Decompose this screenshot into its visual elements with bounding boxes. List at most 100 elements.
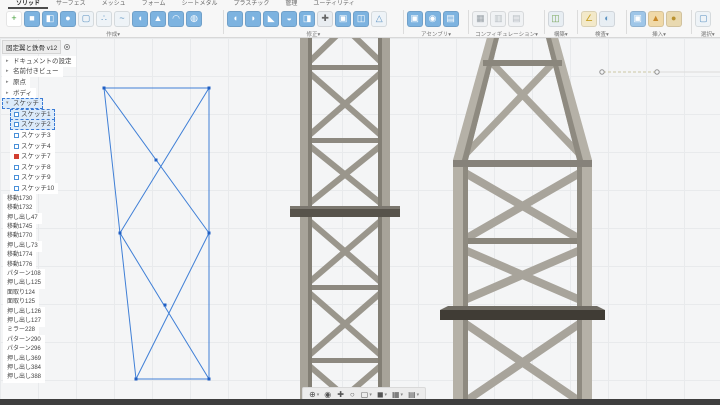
create-sketch-icon[interactable]: + — [6, 10, 22, 27]
toolbar-group-inspect: ∠ ◐ 検査▾ — [581, 9, 623, 38]
pattern-points-icon[interactable]: ∴ — [96, 10, 112, 27]
split-body-icon[interactable]: △ — [371, 10, 388, 27]
insert-mesh-icon[interactable]: ▲ — [647, 10, 664, 27]
document-title: 固定翼と鉄骨 v12 — [2, 40, 62, 54]
toolbar-tab[interactable]: シートメタル — [174, 0, 226, 9]
chamfer-icon[interactable]: ◣ — [263, 10, 280, 27]
revolve-icon[interactable]: ● — [60, 10, 76, 27]
browser-item-label: ボディ — [13, 89, 33, 97]
sketch-item[interactable]: スケッチ8 — [2, 161, 98, 173]
combine-icon[interactable]: ▣ — [335, 10, 352, 27]
tower-body-tapered[interactable] — [440, 30, 605, 405]
tower-body-straight[interactable] — [290, 30, 400, 405]
orbit-icon[interactable]: ⊕ ▾ — [307, 390, 321, 399]
feature-item[interactable]: 押し出し388 — [2, 372, 98, 384]
grid-snap-icon[interactable]: ▦ ▾ — [390, 390, 405, 399]
viewports-icon[interactable]: ▤ ▾ — [406, 390, 421, 399]
active-component-radio[interactable] — [64, 44, 71, 50]
zoom-icon[interactable]: ○ — [348, 390, 358, 399]
browser-item-origin[interactable]: ▸ 原点 — [2, 76, 98, 88]
divider — [625, 10, 627, 34]
sketch-item[interactable]: スケッチ1 — [2, 108, 98, 120]
toolbar-tab[interactable]: メッシュ — [94, 0, 134, 9]
derive-icon[interactable]: ▢ — [78, 10, 94, 27]
sketch-icon — [14, 154, 19, 160]
sketch-item-label: スケッチ1 — [21, 110, 51, 118]
toolbar-tab[interactable]: 管理 — [277, 0, 305, 9]
browser-item-named-views[interactable]: ▸ 名前付きビュー — [2, 66, 98, 78]
press-pull-icon[interactable]: ◖ — [227, 10, 244, 27]
browser-tree: ▸ ドキュメントの設定 ▸ 名前付きビュー ▸ 原点 ▸ ボディ ▾ スケッチ — [2, 55, 98, 110]
feature-item-label: 押し出し388 — [7, 374, 42, 381]
viewport-canvas[interactable]: 固定翼と鉄骨 v12 ▸ ドキュメントの設定 ▸ 名前付きビュー ▸ 原点 ▸ … — [0, 30, 720, 405]
dropdown-arrow-icon: ▾ — [384, 391, 387, 398]
new-component-icon[interactable]: ▣ — [406, 10, 423, 27]
sketch-item[interactable]: スケッチ7 — [2, 151, 98, 163]
measure-icon[interactable]: ∠ — [581, 10, 598, 27]
config-table-icon[interactable]: ▦ — [472, 10, 489, 27]
group-label-construct[interactable]: 構築▾ — [548, 30, 575, 38]
toolbar-tab[interactable]: ソリッド — [8, 0, 49, 9]
group-label-inspect[interactable]: 検査▾ — [581, 30, 623, 38]
toolbar-tab[interactable]: プラスチック — [226, 0, 278, 9]
expand-arrow-icon[interactable]: ▸ — [6, 78, 11, 87]
browser-item-bodies[interactable]: ▸ ボディ — [2, 87, 98, 99]
sketch-item[interactable]: スケッチ2 — [2, 119, 98, 131]
offset-plane-icon[interactable]: ◫ — [547, 10, 564, 27]
toolbar-tab[interactable]: サーフェス — [48, 0, 94, 9]
replace-face-icon[interactable]: ◫ — [353, 10, 370, 27]
config-manage-icon[interactable]: ▤ — [508, 10, 525, 27]
group-label-modify[interactable]: 修正▾ — [227, 30, 400, 38]
construction-line[interactable] — [595, 66, 720, 79]
group-label-configuration[interactable]: コンフィギュレーション▾ — [472, 30, 540, 38]
browser-panel: 固定翼と鉄骨 v12 ▸ ドキュメントの設定 ▸ 名前付きビュー ▸ 原点 ▸ … — [2, 40, 98, 384]
sketch-item[interactable]: スケッチ3 — [2, 129, 98, 141]
shell-icon[interactable]: ◒ — [281, 10, 298, 27]
boundary-fill-icon[interactable]: ◍ — [186, 10, 202, 27]
toolbar-tab[interactable]: ユーティリティ — [305, 0, 362, 9]
expand-arrow-icon[interactable]: ▾ — [6, 99, 11, 108]
group-label-assembly[interactable]: アセンブリ▾ — [407, 30, 466, 38]
pan-icon[interactable]: ✚ — [335, 390, 347, 399]
toolbar-groups: + ■ ◧ ● ▢ ∴ ~ ◖ ▲ ◠ ◍ 作成▾ ◖ ◗ ◣ ◒ ◨ ✚ ▣ … — [0, 9, 720, 38]
expand-arrow-icon[interactable]: ▸ — [6, 89, 11, 98]
select-icon[interactable]: ▢ — [695, 10, 712, 27]
spline-icon[interactable]: ~ — [114, 10, 130, 27]
joint-icon[interactable]: ◉ — [424, 10, 441, 27]
rigid-group-icon[interactable]: ▤ — [442, 10, 459, 27]
pipe-icon[interactable]: ◖ — [132, 10, 148, 27]
group-label-insert[interactable]: 挿入▾ — [630, 30, 689, 38]
move-icon[interactable]: ✚ — [317, 10, 334, 27]
toolbar-tab[interactable]: フォーム — [134, 0, 174, 9]
sketch-item[interactable]: スケッチ10 — [2, 182, 98, 194]
config-insert-icon[interactable]: ▥ — [490, 10, 507, 27]
toolbar-group-modify: ◖ ◗ ◣ ◒ ◨ ✚ ▣ ◫ △ 修正▾ — [227, 9, 400, 38]
group-label-select[interactable]: 選択▾ — [695, 30, 720, 38]
browser-item-label: 原点 — [13, 78, 26, 86]
fillet-icon[interactable]: ◗ — [245, 10, 262, 27]
expand-arrow-icon[interactable]: ▸ — [6, 57, 11, 66]
form-icon[interactable]: ◠ — [168, 10, 184, 27]
dropdown-arrow-icon: ▾ — [400, 391, 404, 398]
sketch-item[interactable]: スケッチ4 — [2, 140, 98, 152]
tower-sketch[interactable] — [90, 80, 222, 392]
box-icon[interactable]: ■ — [24, 10, 40, 27]
extrude-icon[interactable]: ◧ — [42, 10, 58, 27]
section-analysis-icon[interactable]: ◐ — [599, 10, 616, 27]
draft-icon[interactable]: ◨ — [299, 10, 316, 27]
sketch-icon — [14, 132, 19, 138]
insert-mcmaster-icon[interactable]: ● — [665, 10, 682, 27]
look-at-icon[interactable]: ◉ — [322, 390, 334, 399]
divider — [543, 10, 545, 34]
browser-item-sketches-folder[interactable]: ▾ スケッチ — [2, 98, 98, 110]
display-settings-icon[interactable]: ◼ ▾ — [375, 390, 389, 399]
sketch-item[interactable]: スケッチ9 — [2, 172, 98, 184]
browser-item-document-settings[interactable]: ▸ ドキュメントの設定 — [2, 55, 98, 67]
cone-icon[interactable]: ▲ — [150, 10, 166, 27]
feature-list: 移動1730 移動1732 押し出し47 移動1745 移動1770 押し出し7… — [2, 193, 98, 384]
sketch-icon — [14, 111, 19, 117]
expand-arrow-icon[interactable]: ▸ — [6, 67, 11, 76]
fit-icon[interactable]: ▢ ▾ — [359, 390, 374, 399]
canvas-image-icon[interactable]: ▣ — [629, 10, 646, 27]
group-label-create[interactable]: 作成▾ — [6, 30, 220, 38]
